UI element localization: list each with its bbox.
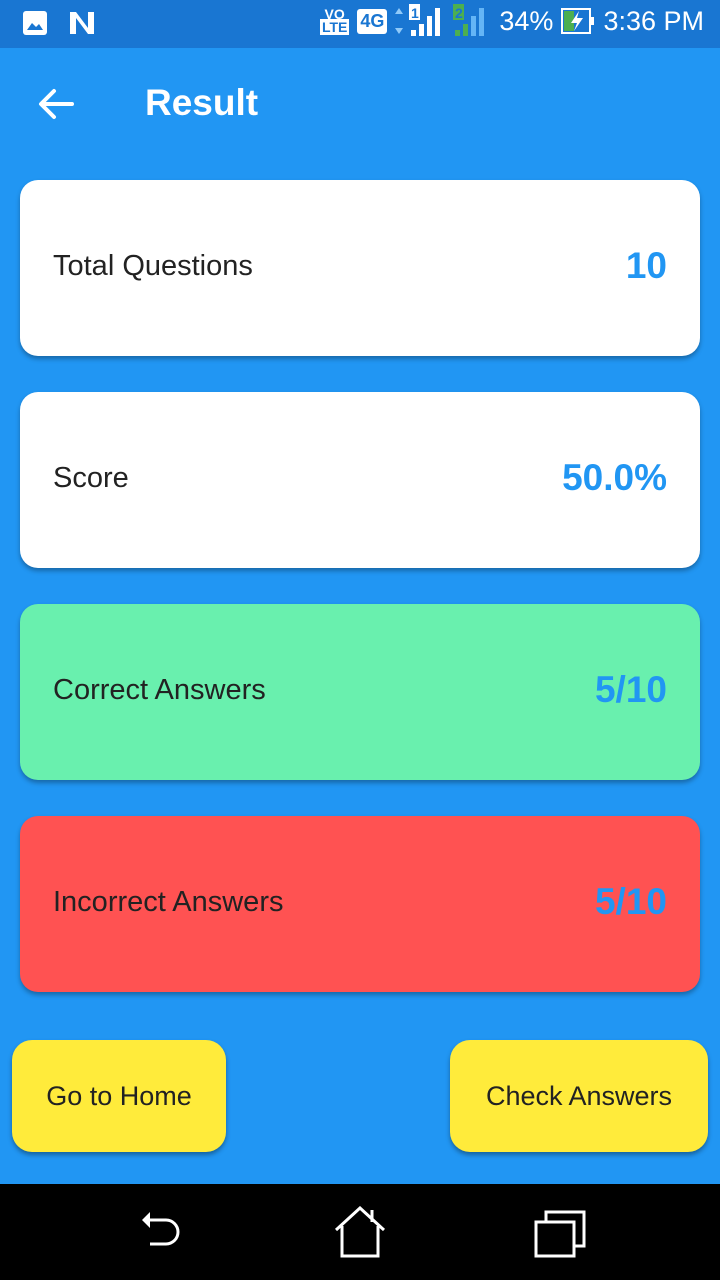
clock: 3:36 PM — [603, 5, 704, 36]
score-card: Score 50.0% — [20, 392, 700, 568]
signal-sim1-icon: 1 — [395, 4, 441, 36]
total-questions-label: Total Questions — [53, 250, 253, 282]
battery-percent: 34% — [499, 5, 554, 36]
score-label: Score — [53, 462, 129, 494]
incorrect-answers-label: Incorrect Answers — [53, 886, 284, 918]
network-4g-icon: 4G — [357, 8, 388, 34]
check-answers-button[interactable]: Check Answers — [450, 1040, 708, 1152]
go-to-home-button[interactable]: Go to Home — [12, 1040, 226, 1152]
back-nav-icon[interactable] — [132, 1206, 188, 1262]
volte-icon: VO LTE — [319, 6, 350, 35]
incorrect-answers-value: 5/10 — [594, 881, 667, 922]
app-bar: Result — [0, 48, 720, 160]
svg-text:1: 1 — [411, 5, 419, 21]
recents-nav-icon[interactable] — [532, 1206, 588, 1262]
image-icon — [23, 11, 47, 35]
status-bar: VO LTE 4G 1 2 34% 3:36 PM — [0, 0, 720, 48]
signal-sim2-icon: 2 — [453, 4, 485, 36]
svg-text:2: 2 — [455, 5, 463, 21]
correct-answers-card: Correct Answers 5/10 — [20, 604, 700, 780]
home-nav-icon[interactable] — [332, 1206, 388, 1262]
total-questions-card: Total Questions 10 — [20, 180, 700, 356]
total-questions-value: 10 — [625, 245, 667, 286]
score-value: 50.0% — [562, 457, 667, 498]
correct-answers-label: Correct Answers — [53, 674, 266, 706]
incorrect-answers-card: Incorrect Answers 5/10 — [20, 816, 700, 992]
n-icon — [70, 12, 94, 34]
correct-answers-value: 5/10 — [594, 669, 667, 710]
page-title: Result — [145, 82, 259, 123]
battery-charging-icon — [561, 8, 595, 34]
navigation-bar — [0, 1184, 720, 1280]
arrow-left-icon[interactable] — [36, 84, 76, 124]
